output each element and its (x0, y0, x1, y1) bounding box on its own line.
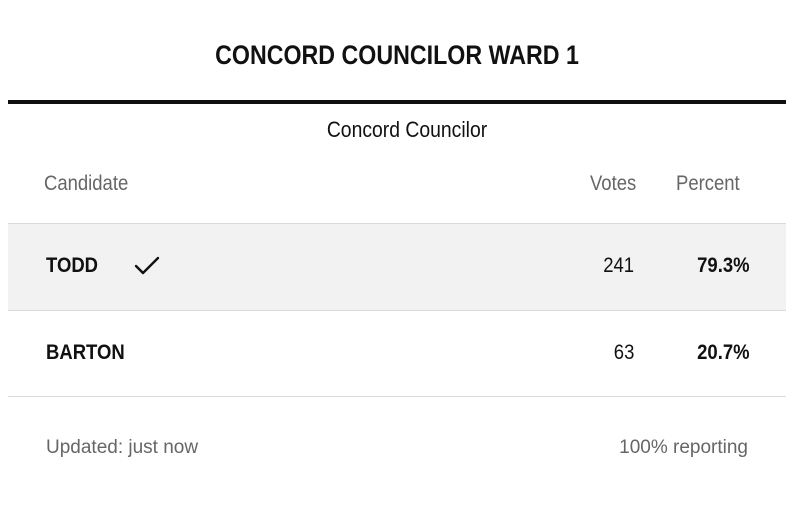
race-name: Concord Councilor (326, 117, 488, 142)
column-header-votes: Votes (590, 172, 637, 195)
table-divider (8, 396, 786, 397)
vote-percent: 79.3% (697, 254, 750, 277)
page-title: CONCORD COUNCILOR WARD 1 (215, 40, 579, 70)
table-row: TODD 241 79.3% (8, 224, 786, 310)
column-header-percent: Percent (676, 172, 740, 195)
candidate-name: BARTON (46, 341, 125, 364)
title-divider (8, 100, 786, 104)
candidate-name: TODD (46, 254, 99, 277)
vote-count: 241 (603, 254, 634, 277)
updated-status: Updated: just now (46, 437, 199, 458)
vote-count: 63 (613, 341, 634, 364)
table-row: BARTON 63 20.7% (8, 311, 786, 397)
checkmark-icon (134, 256, 160, 276)
vote-percent: 20.7% (697, 341, 750, 364)
column-header-candidate: Candidate (44, 172, 129, 195)
reporting-status: 100% reporting (619, 437, 748, 458)
